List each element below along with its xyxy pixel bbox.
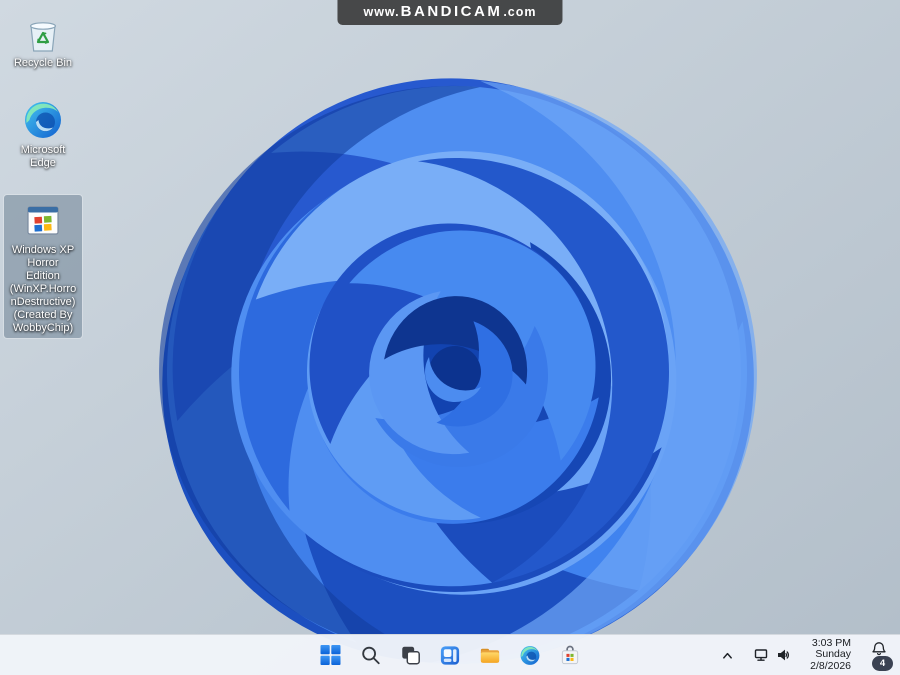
taskbar-tray: 3:03 PM Sunday 2/8/2026 4 — [716, 635, 896, 675]
search-button[interactable] — [353, 638, 388, 672]
widgets-icon — [440, 645, 460, 665]
task-view-icon — [401, 646, 420, 665]
wallpaper-bloom — [0, 0, 900, 675]
start-button[interactable] — [313, 638, 348, 672]
desktop-icon-recycle-bin[interactable]: Recycle Bin — [4, 8, 82, 73]
microsoft-store-button[interactable] — [553, 638, 588, 672]
clock-date: 2/8/2026 — [810, 659, 851, 672]
desktop-icon-label: Recycle Bin — [13, 57, 73, 69]
notification-center-button[interactable]: 4 — [864, 637, 894, 673]
taskbar-clock[interactable]: 3:03 PM Sunday 2/8/2026 — [806, 637, 855, 674]
search-icon — [361, 646, 380, 665]
notification-bell-icon — [872, 642, 886, 656]
file-explorer-button[interactable] — [473, 638, 508, 672]
desktop-icon-winxp-horror[interactable]: Windows XP Horror Edition (WinXP.Horro n… — [3, 193, 83, 339]
chevron-up-icon — [723, 652, 733, 659]
tray-chevron-button[interactable] — [716, 645, 739, 666]
network-icon — [754, 649, 768, 661]
edge-icon — [520, 645, 540, 665]
windows-logo-icon — [320, 645, 340, 665]
winxp-setup-icon — [27, 206, 59, 235]
file-explorer-icon — [480, 648, 500, 663]
notification-count-badge: 4 — [872, 656, 893, 671]
taskbar: 3:03 PM Sunday 2/8/2026 4 — [0, 634, 900, 675]
tray-quick-settings[interactable] — [748, 643, 797, 667]
edge-button[interactable] — [513, 638, 548, 672]
widgets-button[interactable] — [433, 638, 468, 672]
desktop-icon-label: Microsoft Edge — [20, 143, 66, 169]
desktop: www. BANDICAM .com Recycle Bin Microsoft… — [0, 0, 900, 675]
watermark-prefix: www. — [363, 5, 400, 19]
desktop-icon-microsoft-edge[interactable]: Microsoft Edge — [4, 95, 82, 173]
volume-icon — [778, 649, 790, 661]
recycle-bin-icon — [30, 22, 56, 52]
desktop-icon-column: Recycle Bin Microsoft Edge Windows XP Ho… — [3, 8, 83, 339]
edge-icon — [25, 101, 61, 138]
taskbar-center — [313, 635, 588, 675]
desktop-icon-label: Windows XP Horror Edition (WinXP.Horro n… — [9, 243, 77, 334]
bandicam-watermark: www. BANDICAM .com — [337, 0, 563, 25]
watermark-name: BANDICAM — [400, 3, 503, 20]
task-view-button[interactable] — [393, 638, 428, 672]
watermark-suffix: .com — [503, 5, 537, 19]
microsoft-store-icon — [561, 645, 579, 664]
